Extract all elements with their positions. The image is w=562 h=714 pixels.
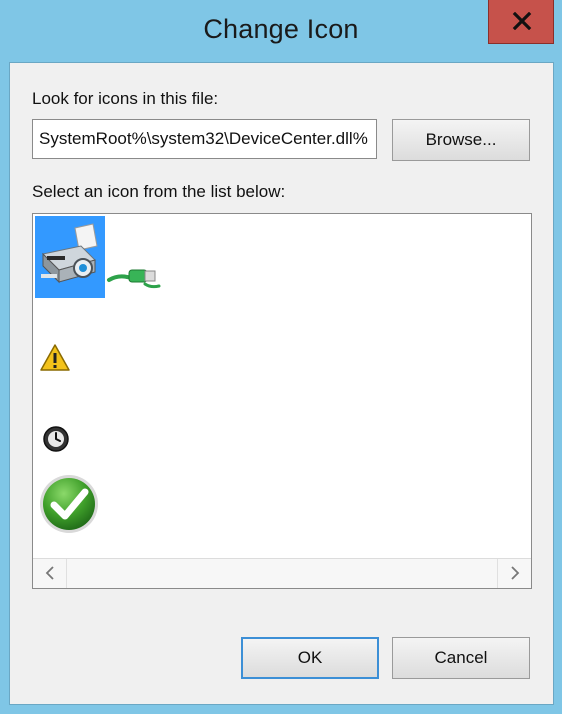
change-icon-dialog: Change Icon Look for icons in this file:… [0, 0, 562, 714]
network-cable-icon [107, 269, 161, 289]
browse-button[interactable]: Browse... [392, 119, 530, 161]
cancel-button[interactable]: Cancel [392, 637, 530, 679]
icon-item-cable[interactable] [105, 258, 165, 294]
icon-item-warning[interactable] [39, 342, 71, 374]
checkmark-icon [40, 475, 98, 533]
file-label: Look for icons in this file: [32, 89, 219, 108]
chevron-right-icon [511, 566, 520, 580]
close-button[interactable] [488, 0, 554, 44]
icon-item-clock[interactable] [41, 424, 71, 454]
horizontal-scrollbar[interactable] [33, 558, 531, 588]
printer-scanner-icon [41, 223, 98, 284]
icon-list[interactable] [32, 213, 532, 589]
close-icon [512, 12, 532, 30]
icon-item-printer[interactable] [35, 216, 105, 298]
warning-icon [40, 344, 70, 371]
dialog-title: Change Icon [203, 14, 359, 44]
title-bar[interactable]: Change Icon [0, 0, 562, 62]
dialog-body: Look for icons in this file: Browse... S… [9, 62, 554, 705]
scroll-left-button[interactable] [33, 559, 67, 588]
clock-icon [43, 426, 69, 452]
icon-list-label: Select an icon from the list below: [32, 182, 286, 201]
scroll-right-button[interactable] [497, 559, 531, 588]
ok-button[interactable]: OK [241, 637, 379, 679]
file-path-input[interactable] [32, 119, 377, 159]
icon-item-checkmark[interactable] [37, 472, 101, 536]
chevron-left-icon [45, 566, 54, 580]
